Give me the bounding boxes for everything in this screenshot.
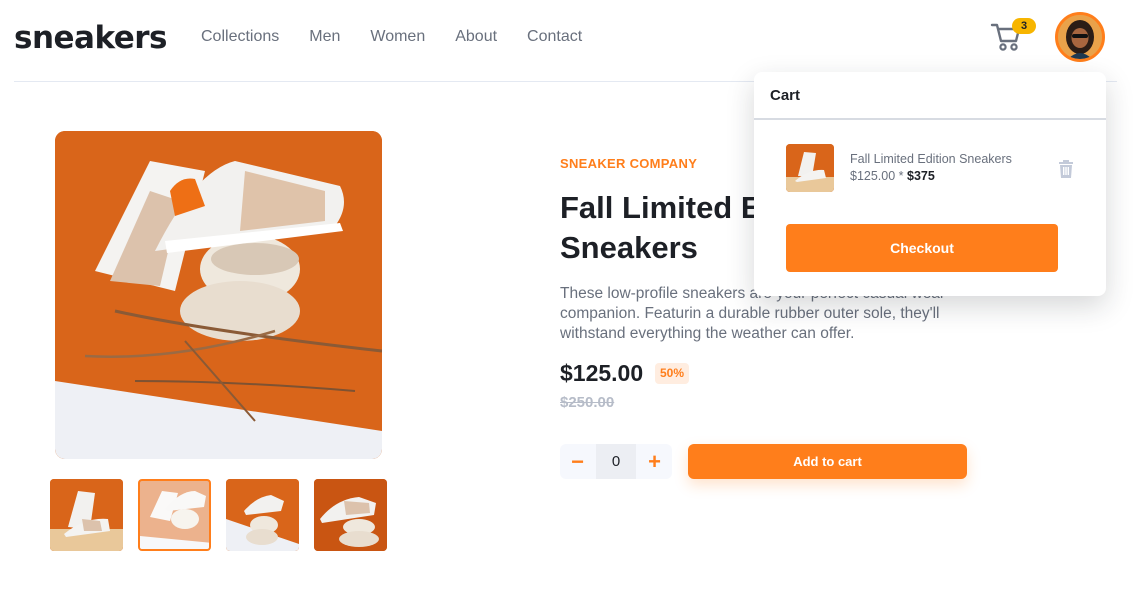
cart-count-badge: 3 <box>1012 18 1036 34</box>
site-header: sneakers Collections Men Women About Con… <box>14 0 1117 82</box>
increase-quantity-button[interactable]: + <box>637 444 672 479</box>
cart-item-image <box>786 144 834 192</box>
cart-dropdown: Cart Fall Limited Edition Sneakers $125.… <box>754 72 1106 296</box>
quantity-stepper: − 0 + <box>560 444 672 479</box>
nav-about[interactable]: About <box>455 28 497 46</box>
thumbnail-2[interactable] <box>138 479 211 551</box>
cart-item-unit-price: $125.00 * <box>850 169 907 183</box>
avatar-image <box>1058 15 1102 59</box>
product-main-image[interactable] <box>55 131 382 459</box>
cart-item-total: $375 <box>907 169 935 183</box>
cart-item-thumbnail <box>786 144 834 192</box>
checkout-button[interactable]: Checkout <box>786 224 1058 272</box>
nav-women[interactable]: Women <box>370 28 425 46</box>
cart-divider <box>754 118 1106 120</box>
thumbnail-image <box>50 479 123 551</box>
add-to-cart-button[interactable]: Add to cart <box>688 444 967 479</box>
thumbnail-image <box>140 481 209 549</box>
plus-icon: + <box>648 448 661 474</box>
nav-collections[interactable]: Collections <box>201 28 279 46</box>
minus-icon: − <box>571 448 584 474</box>
cart-title: Cart <box>770 87 801 104</box>
nav-men[interactable]: Men <box>309 28 340 46</box>
delete-item-button[interactable] <box>1058 160 1074 178</box>
main-nav: Collections Men Women About Contact <box>201 28 612 46</box>
cart-button[interactable]: 3 <box>990 18 1036 54</box>
nav-contact[interactable]: Contact <box>527 28 582 46</box>
thumbnail-1[interactable] <box>50 479 123 551</box>
thumbnail-image <box>314 479 387 551</box>
thumbnail-strip <box>50 479 402 551</box>
trash-icon <box>1059 160 1073 178</box>
cart-item-price: $125.00 * $375 <box>850 169 935 183</box>
discount-badge: 50% <box>655 363 690 384</box>
current-price: $125.00 <box>560 360 644 386</box>
sneaker-photo <box>55 131 382 459</box>
thumbnail-image <box>226 479 299 551</box>
company-label: SNEAKER COMPANY <box>560 156 698 171</box>
thumbnail-3[interactable] <box>226 479 299 551</box>
thumbnail-4[interactable] <box>314 479 387 551</box>
decrease-quantity-button[interactable]: − <box>560 444 595 479</box>
original-price: $250.00 <box>560 394 615 411</box>
logo[interactable]: sneakers <box>14 20 168 56</box>
cart-item-name: Fall Limited Edition Sneakers <box>850 152 1012 166</box>
quantity-value[interactable]: 0 <box>596 444 636 479</box>
avatar[interactable] <box>1055 12 1105 62</box>
